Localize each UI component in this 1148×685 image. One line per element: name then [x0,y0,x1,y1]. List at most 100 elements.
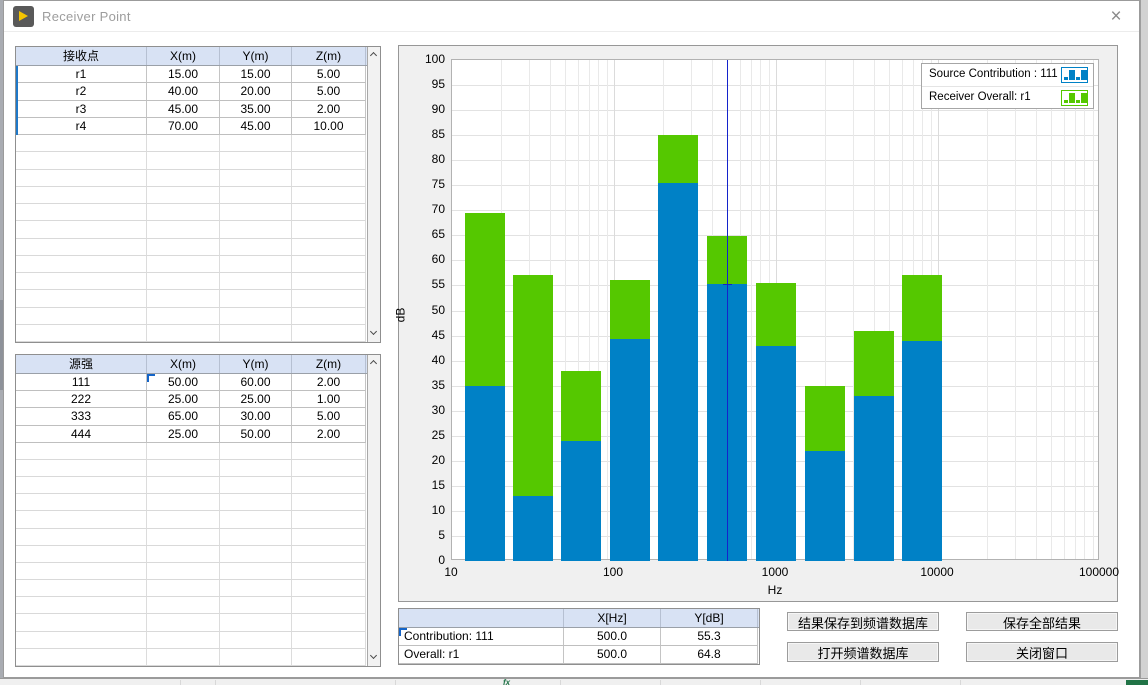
table-cell[interactable] [147,477,220,494]
close-icon[interactable]: × [1103,4,1129,30]
table-cell[interactable] [147,187,220,204]
table-cell[interactable] [292,511,366,528]
table-cell[interactable]: 45.00 [220,118,292,135]
table-cell[interactable]: 45.00 [147,101,220,118]
plot-area[interactable] [451,59,1099,560]
table-cell[interactable]: 20.00 [220,83,292,100]
table-cell[interactable] [147,256,220,273]
table-cell[interactable] [147,152,220,169]
table-cell[interactable] [220,170,292,187]
table-cell[interactable] [147,308,220,325]
table-cell[interactable] [292,152,366,169]
table-cell[interactable] [16,632,147,649]
table-cell[interactable] [16,597,147,614]
table-cell[interactable] [147,546,220,563]
table-cell[interactable]: 35.00 [220,101,292,118]
table-cell[interactable] [292,256,366,273]
table-cell[interactable] [147,511,220,528]
close-window-button[interactable]: 关闭窗口 [966,642,1118,662]
table-cell[interactable] [292,614,366,631]
table-cell[interactable]: 444 [16,426,147,443]
table-cell[interactable] [220,546,292,563]
save-all-results-button[interactable]: 保存全部结果 [966,612,1118,631]
table-cell[interactable] [220,580,292,597]
table-cell[interactable] [220,460,292,477]
table-cell[interactable]: 2.00 [292,374,366,391]
table-cell[interactable] [220,308,292,325]
table-cell[interactable] [147,563,220,580]
table-cell[interactable] [16,443,147,460]
table-cell[interactable]: 55.3 [661,628,758,646]
table-cell[interactable] [292,563,366,580]
table-cell[interactable] [292,546,366,563]
table-cell[interactable] [220,152,292,169]
table-cell[interactable]: 50.00 [147,374,220,391]
table-cell[interactable] [292,649,366,666]
table-cell[interactable] [220,529,292,546]
table-cell[interactable] [292,460,366,477]
table-cell[interactable]: 50.00 [220,426,292,443]
table-cell[interactable] [147,273,220,290]
table-cell[interactable] [16,152,147,169]
table-cell[interactable] [16,256,147,273]
table-cell[interactable] [147,614,220,631]
table-cell[interactable] [220,273,292,290]
table-cell[interactable] [220,135,292,152]
title-bar[interactable]: Receiver Point × [4,1,1139,32]
table-cell[interactable]: r2 [16,83,147,100]
table-cell[interactable] [292,632,366,649]
table-cell[interactable] [220,477,292,494]
legend-item-contribution[interactable]: Source Contribution : 111 [922,64,1093,86]
table-cell[interactable]: 64.8 [661,646,758,664]
table-cell[interactable] [16,204,147,221]
table-cell[interactable] [147,170,220,187]
table-cell[interactable] [147,460,220,477]
table-cell[interactable]: 500.0 [564,646,661,664]
table-cell[interactable] [16,494,147,511]
table-cell[interactable]: 25.00 [147,391,220,408]
table-cell[interactable]: 222 [16,391,147,408]
table-cell[interactable]: 65.00 [147,408,220,425]
table-cell[interactable] [147,580,220,597]
table-cell[interactable] [220,632,292,649]
table-cell[interactable] [147,529,220,546]
table-cell[interactable] [147,135,220,152]
table-cell[interactable]: 25.00 [147,426,220,443]
table-cell[interactable] [292,221,366,238]
table-cell[interactable] [147,290,220,307]
table-cell[interactable] [292,597,366,614]
table-cell[interactable]: 333 [16,408,147,425]
table-cell[interactable] [16,135,147,152]
table-cell[interactable] [147,221,220,238]
table-cell[interactable] [16,170,147,187]
table-cell[interactable] [292,170,366,187]
table-cell[interactable]: 15.00 [147,66,220,83]
table-cell[interactable] [220,187,292,204]
table-cell[interactable] [16,477,147,494]
table-cell[interactable] [292,325,366,342]
scroll-up-icon[interactable] [368,48,380,62]
scroll-up-icon[interactable] [368,356,380,370]
table-cell[interactable] [16,325,147,342]
table-cell[interactable]: 30.00 [220,408,292,425]
table-cell[interactable] [292,494,366,511]
table-cell[interactable]: r4 [16,118,147,135]
table-cell[interactable]: 70.00 [147,118,220,135]
table-cell[interactable]: 5.00 [292,83,366,100]
table-cell[interactable] [292,135,366,152]
table-cell[interactable] [16,308,147,325]
table-cell[interactable] [147,632,220,649]
table-cell[interactable] [16,460,147,477]
table-cell[interactable] [220,511,292,528]
table-cell[interactable]: r3 [16,101,147,118]
table-cell[interactable]: 40.00 [147,83,220,100]
table-cell[interactable]: 5.00 [292,66,366,83]
table-cell[interactable]: 1.00 [292,391,366,408]
table-cell[interactable] [147,494,220,511]
table-cell[interactable]: 60.00 [220,374,292,391]
table-cell[interactable] [292,273,366,290]
table-cell[interactable] [220,204,292,221]
table-cell[interactable] [147,649,220,666]
table-cell[interactable] [16,614,147,631]
table-cell[interactable] [16,563,147,580]
